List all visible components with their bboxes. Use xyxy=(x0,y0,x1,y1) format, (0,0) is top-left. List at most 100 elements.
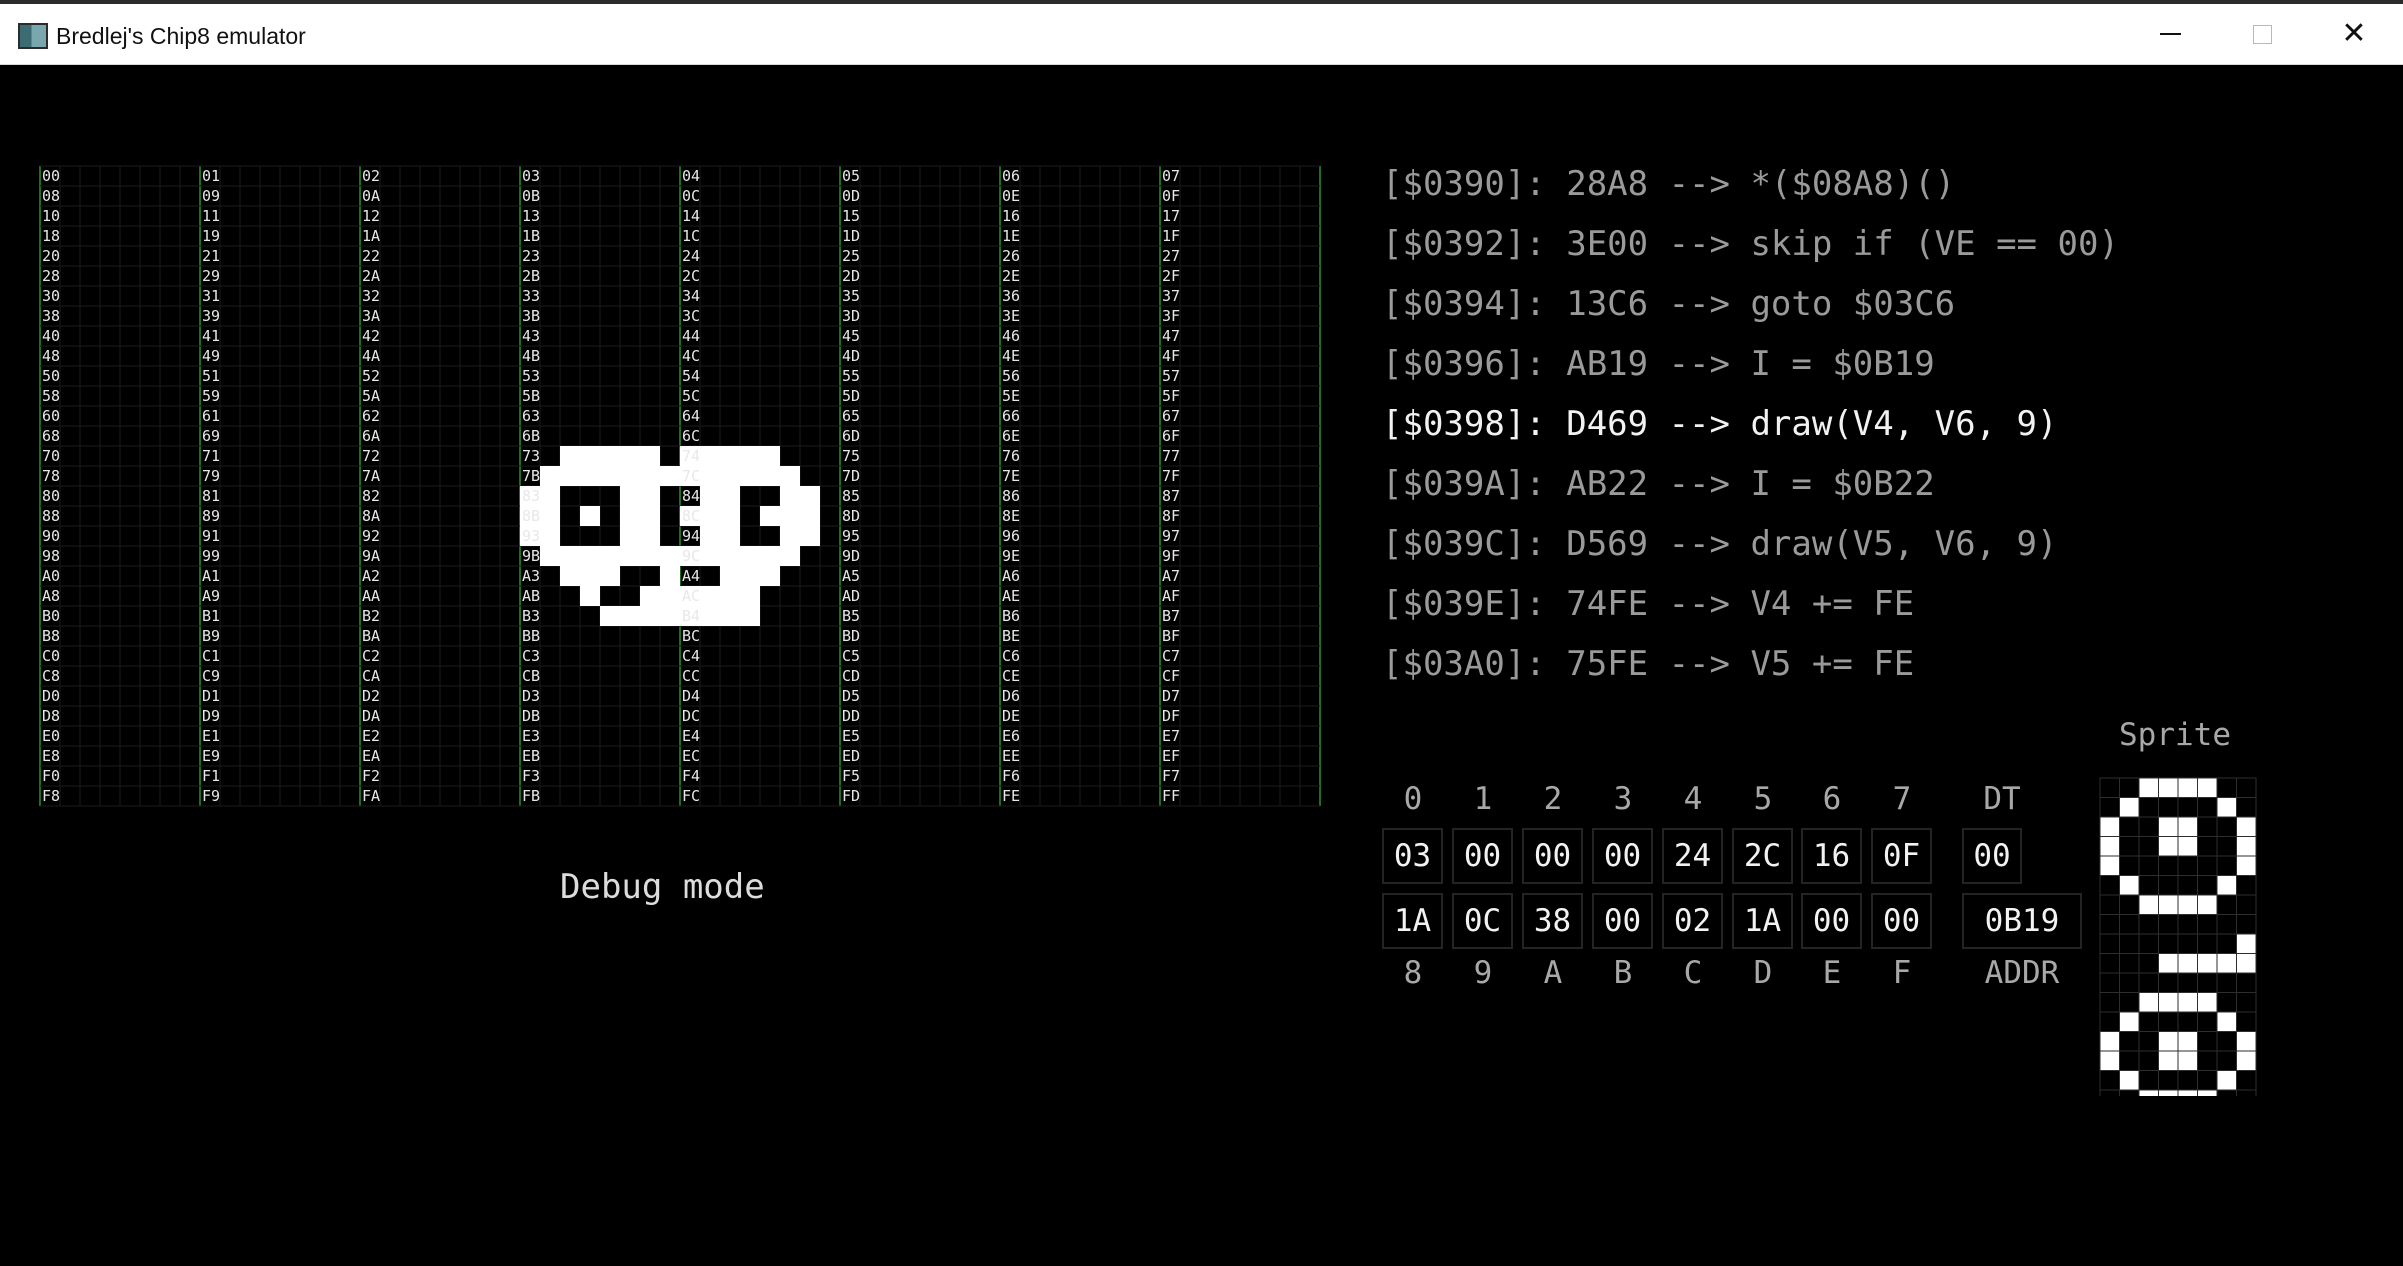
memory-address-label: 57 xyxy=(1162,367,1180,385)
sprite-pixel-off xyxy=(2119,836,2140,857)
memory-address-label: 60 xyxy=(42,407,60,425)
sprite-pixel-off xyxy=(2099,1070,2120,1091)
memory-address-label: 6C xyxy=(682,427,700,445)
sprite-pixel-off xyxy=(2119,972,2140,993)
memory-address-label: 65 xyxy=(842,407,860,425)
screen-pixel xyxy=(620,506,640,526)
delay-timer-label: DT xyxy=(1983,781,2021,817)
register-value-v7: 0F xyxy=(1871,828,1932,884)
memory-address-label: 18 xyxy=(42,227,60,245)
screen-pixel xyxy=(780,486,800,506)
memory-address-label: 2E xyxy=(1002,267,1020,285)
memory-address-label: C8 xyxy=(42,667,60,685)
sprite-pixel-off xyxy=(2138,855,2159,876)
sprite-pixel-off xyxy=(2197,1031,2218,1052)
memory-address-label: F6 xyxy=(1002,767,1020,785)
memory-address-label: 58 xyxy=(42,387,60,405)
memory-address-label: AB xyxy=(522,587,540,605)
memory-address-label: A6 xyxy=(1002,567,1020,585)
register-label-vB: B xyxy=(1613,955,1633,991)
sprite-pixel-off xyxy=(2158,933,2179,954)
screen-pixel xyxy=(700,466,720,486)
screen-pixel xyxy=(560,466,580,486)
memory-address-label: D4 xyxy=(682,687,700,705)
memory-address-label: 1F xyxy=(1162,227,1180,245)
memory-address-label: A2 xyxy=(362,567,380,585)
instruction-line: [$039E]: 74FE --> V4 += FE xyxy=(1382,584,1915,624)
screen-pixel xyxy=(780,526,800,546)
sprite-pixel-off xyxy=(2138,875,2159,896)
memory-address-label: F9 xyxy=(202,787,220,805)
screen-pixel xyxy=(640,486,660,506)
sprite-pixel-on xyxy=(2197,777,2218,798)
sprite-pixel-off xyxy=(2099,953,2120,974)
memory-address-label: 68 xyxy=(42,427,60,445)
memory-address-label: 9A xyxy=(362,547,380,565)
address-register-label: ADDR xyxy=(1984,955,2060,991)
register-label-v4: 4 xyxy=(1683,781,1703,817)
memory-address-label: 6B xyxy=(522,427,540,445)
memory-address-label: 56 xyxy=(1002,367,1020,385)
sprite-pixel-on xyxy=(2177,1089,2198,1096)
register-value-vB: 00 xyxy=(1592,893,1653,949)
memory-address-label: CD xyxy=(842,667,860,685)
sprite-pixel-off xyxy=(2158,1070,2179,1091)
memory-address-label: 73 xyxy=(522,447,540,465)
title-bar[interactable]: Bredlej's Chip8 emulator ✕ xyxy=(0,0,2403,65)
minimize-button[interactable] xyxy=(2124,4,2216,64)
memory-address-label: F1 xyxy=(202,767,220,785)
memory-address-label: 95 xyxy=(842,527,860,545)
screen-pixel xyxy=(720,546,740,566)
sprite-pixel-off xyxy=(2177,972,2198,993)
sprite-pixel-off xyxy=(2177,875,2198,896)
memory-address-label: 83 xyxy=(522,487,540,505)
sprite-pixel-on xyxy=(2216,953,2237,974)
memory-address-label: B6 xyxy=(1002,607,1020,625)
instruction-line: [$039C]: D569 --> draw(V5, V6, 9) xyxy=(1382,524,2058,564)
screen-pixel xyxy=(620,486,640,506)
memory-address-label: C0 xyxy=(42,647,60,665)
memory-address-label: BC xyxy=(682,627,700,645)
sprite-pixel-off xyxy=(2119,855,2140,876)
screen-pixel xyxy=(720,566,740,586)
maximize-button[interactable] xyxy=(2216,4,2308,64)
memory-address-label: 6D xyxy=(842,427,860,445)
register-label-v3: 3 xyxy=(1613,781,1633,817)
memory-address-label: 90 xyxy=(42,527,60,545)
screen-pixel xyxy=(660,546,680,566)
screen-pixel xyxy=(640,526,660,546)
memory-address-label: 20 xyxy=(42,247,60,265)
memory-address-label: 29 xyxy=(202,267,220,285)
memory-address-label: 04 xyxy=(682,167,700,185)
close-icon: ✕ xyxy=(2341,16,2367,51)
memory-screen-grid: 00 08 10 18 20 28 30 38 40 48 50 58 60 68 70 78 80 88 90 98… xyxy=(39,165,1321,807)
memory-address-label: 39 xyxy=(202,307,220,325)
sprite-pixel-off xyxy=(2197,816,2218,837)
memory-address-label: 41 xyxy=(202,327,220,345)
memory-address-label: 61 xyxy=(202,407,220,425)
screen-pixel xyxy=(580,506,600,526)
memory-address-label: 85 xyxy=(842,487,860,505)
memory-address-label: 3B xyxy=(522,307,540,325)
sprite-pixel-off xyxy=(2119,816,2140,837)
register-label-v9: 9 xyxy=(1473,955,1493,991)
memory-address-label: F7 xyxy=(1162,767,1180,785)
register-value-vF: 00 xyxy=(1871,893,1932,949)
sprite-pixel-on xyxy=(2236,855,2257,876)
sprite-preview xyxy=(2099,777,2257,1096)
memory-address-label: 15 xyxy=(842,207,860,225)
memory-address-label: 0E xyxy=(1002,187,1020,205)
window-title: Bredlej's Chip8 emulator xyxy=(56,23,306,49)
sprite-pixel-on xyxy=(2119,875,2140,896)
sprite-pixel-on xyxy=(2138,1089,2159,1096)
memory-address-label: 32 xyxy=(362,287,380,305)
register-value-vA: 38 xyxy=(1522,893,1583,949)
close-button[interactable]: ✕ xyxy=(2308,4,2400,64)
sprite-pixel-off xyxy=(2177,933,2198,954)
memory-address-label: F0 xyxy=(42,767,60,785)
sprite-pixel-off xyxy=(2216,1031,2237,1052)
memory-address-label: B7 xyxy=(1162,607,1180,625)
screen-pixel xyxy=(700,546,720,566)
sprite-pixel-off xyxy=(2099,914,2120,935)
debug-mode-label: Debug mode xyxy=(560,867,765,907)
